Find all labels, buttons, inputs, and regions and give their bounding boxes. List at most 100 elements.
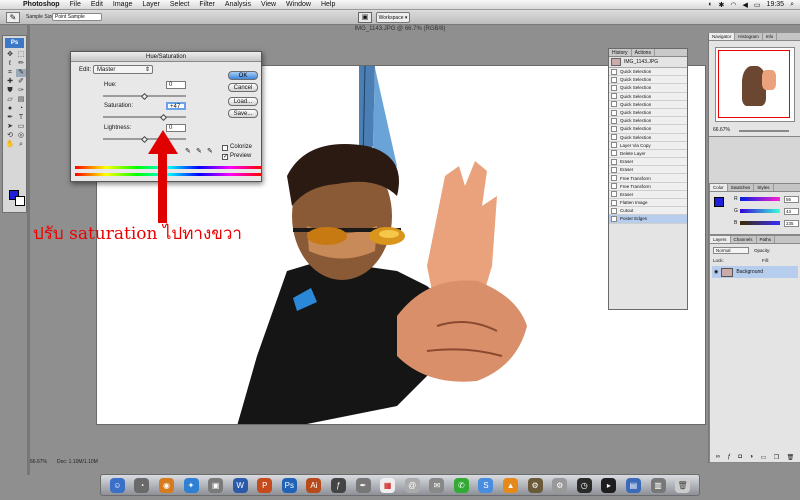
lightness-slider-thumb[interactable] bbox=[140, 135, 148, 144]
history-item[interactable]: Quick Selection bbox=[609, 108, 687, 118]
ichat-icon[interactable]: ✆ bbox=[453, 477, 469, 493]
color-channel-slider[interactable] bbox=[740, 197, 780, 201]
address-book-icon[interactable]: @ bbox=[404, 477, 420, 493]
color-channel-slider[interactable] bbox=[740, 209, 780, 213]
clock[interactable]: 19:35 bbox=[767, 1, 785, 8]
history-item[interactable]: Quick Selection bbox=[609, 92, 687, 101]
tab-layers[interactable]: Layers bbox=[710, 236, 731, 243]
photoshop-icon[interactable]: Ps bbox=[281, 477, 297, 493]
edit-select[interactable]: Master ⇕ bbox=[93, 65, 153, 74]
firefox-icon[interactable]: ◉ bbox=[158, 477, 174, 493]
menu-analysis[interactable]: Analysis bbox=[220, 0, 256, 10]
bluetooth-icon[interactable]: ✱ bbox=[719, 1, 725, 9]
3d-rotate-icon[interactable]: ⟲ bbox=[5, 132, 15, 140]
load-button[interactable]: Load... bbox=[228, 97, 258, 106]
trash-can-icon[interactable]: 🗑 bbox=[675, 477, 691, 493]
color-channel-value[interactable]: 235 bbox=[784, 220, 799, 227]
color-channel-value[interactable]: 56 bbox=[784, 196, 799, 203]
menu-app-name[interactable]: Photoshop bbox=[18, 0, 65, 10]
history-item[interactable]: Free Transform bbox=[609, 182, 687, 191]
eyedropper-minus-icon[interactable]: ✎ bbox=[207, 147, 213, 155]
hand-tool-icon[interactable]: ✋ bbox=[5, 141, 15, 149]
history-item[interactable]: Quick Selection bbox=[609, 100, 687, 109]
color-channel-slider[interactable] bbox=[740, 221, 780, 225]
pen-app-icon[interactable]: ✒ bbox=[355, 477, 371, 493]
tab-actions[interactable]: Actions bbox=[632, 49, 655, 56]
cancel-button[interactable]: Cancel bbox=[228, 83, 258, 92]
volume-icon[interactable]: ◀ bbox=[743, 1, 748, 9]
terminal-icon[interactable]: ▸ bbox=[601, 477, 617, 493]
tab-navigator[interactable]: Navigator bbox=[709, 33, 736, 40]
new-layer-icon[interactable]: ❐ bbox=[774, 454, 779, 462]
folder-icon[interactable]: ▭ bbox=[761, 454, 767, 462]
history-item[interactable]: Quick Selection bbox=[609, 76, 687, 85]
tab-info[interactable]: Info bbox=[763, 33, 778, 40]
zoom-tool-icon[interactable]: ⌕ bbox=[16, 141, 26, 149]
preview-checkbox[interactable]: ✓ bbox=[222, 154, 228, 160]
tab-swatches[interactable]: Swatches bbox=[728, 184, 755, 191]
marquee-tool-icon[interactable]: ⬚ bbox=[16, 51, 26, 59]
workspace-button[interactable]: Workspace ▾ bbox=[376, 12, 410, 23]
menu-window[interactable]: Window bbox=[281, 0, 316, 10]
menu-layer[interactable]: Layer bbox=[137, 0, 165, 10]
eraser-tool-icon[interactable]: ▱ bbox=[5, 96, 15, 104]
safari-icon[interactable]: ✦ bbox=[183, 477, 199, 493]
saturation-input[interactable]: +47 bbox=[166, 102, 186, 110]
navigator-zoom-slider[interactable] bbox=[739, 130, 789, 132]
navigator-zoom[interactable]: 66.67% bbox=[713, 127, 730, 133]
layer-name[interactable]: Background bbox=[736, 269, 763, 275]
sync-icon[interactable]: ◐ bbox=[708, 1, 712, 8]
flash-icon[interactable]: ƒ bbox=[330, 477, 346, 493]
eyedropper-icon[interactable]: ✎ bbox=[16, 69, 26, 77]
battery-icon[interactable]: ▭ bbox=[754, 1, 761, 9]
tab-history[interactable]: History bbox=[609, 49, 632, 56]
brush-tool-icon[interactable]: ✐ bbox=[16, 78, 26, 86]
blur-tool-icon[interactable]: ● bbox=[5, 105, 15, 113]
history-item[interactable]: Poster Edges bbox=[609, 215, 687, 224]
zoom-level[interactable]: 66.67% bbox=[30, 459, 47, 467]
history-item[interactable]: Cutout bbox=[609, 207, 687, 216]
menu-view[interactable]: View bbox=[256, 0, 281, 10]
document-size[interactable]: Doc: 1.10M/1.10M bbox=[57, 459, 98, 467]
background-color-swatch[interactable] bbox=[15, 196, 25, 206]
history-item[interactable]: Quick Selection bbox=[609, 125, 687, 134]
pen-tool-icon[interactable]: ✒ bbox=[5, 114, 15, 122]
history-snapshot[interactable]: IMG_1143.JPG bbox=[609, 57, 687, 68]
gradient-tool-icon[interactable]: ▤ bbox=[16, 96, 26, 104]
trash-icon[interactable]: 🗑 bbox=[787, 454, 795, 462]
shape-tool-icon[interactable]: ▭ bbox=[16, 123, 26, 131]
powerpoint-icon[interactable]: P bbox=[257, 477, 273, 493]
history-item[interactable]: Delete Layer bbox=[609, 149, 687, 159]
history-item[interactable]: Eraser bbox=[609, 158, 687, 167]
save-button[interactable]: Save... bbox=[228, 109, 258, 118]
utility-icon[interactable]: ⚙ bbox=[527, 477, 543, 493]
type-tool-icon[interactable]: T bbox=[16, 114, 26, 122]
tab-styles[interactable]: Styles bbox=[754, 184, 774, 191]
ps-logo[interactable]: Ps bbox=[5, 38, 24, 48]
wifi-icon[interactable]: ◠ bbox=[730, 1, 736, 9]
fx-icon[interactable]: ƒ bbox=[728, 454, 731, 462]
ical-icon[interactable]: ▦ bbox=[380, 477, 396, 493]
history-item[interactable]: Eraser bbox=[609, 190, 687, 199]
finder-icon[interactable]: ☺ bbox=[109, 477, 125, 493]
saturation-slider-track[interactable] bbox=[103, 116, 186, 118]
color-panel-foreground-swatch[interactable] bbox=[714, 197, 724, 207]
word-icon[interactable]: W bbox=[232, 477, 248, 493]
tab-channels[interactable]: Channels bbox=[731, 236, 757, 243]
tab-color[interactable]: Color bbox=[710, 184, 728, 191]
mask-icon[interactable]: ◘ bbox=[738, 454, 742, 462]
mail-icon[interactable]: ✉ bbox=[429, 477, 445, 493]
hue-input[interactable]: 0 bbox=[166, 81, 186, 89]
history-item[interactable]: Quick Selection bbox=[609, 133, 687, 142]
menu-edit[interactable]: Edit bbox=[86, 0, 108, 10]
eyedropper-tool-icon[interactable]: ✎ bbox=[6, 12, 20, 23]
history-brush-icon[interactable]: ✑ bbox=[16, 87, 26, 95]
blend-mode-select[interactable]: Normal bbox=[713, 247, 749, 254]
path-selection-icon[interactable]: ➤ bbox=[5, 123, 15, 131]
history-item[interactable]: Quick Selection bbox=[609, 84, 687, 93]
colorize-checkbox[interactable] bbox=[222, 145, 228, 151]
crop-tool-icon[interactable]: ⌗ bbox=[5, 69, 15, 77]
history-item[interactable]: Eraser bbox=[609, 166, 687, 175]
tab-histogram[interactable]: Histogram bbox=[735, 33, 763, 40]
healing-brush-icon[interactable]: ✚ bbox=[5, 78, 15, 86]
